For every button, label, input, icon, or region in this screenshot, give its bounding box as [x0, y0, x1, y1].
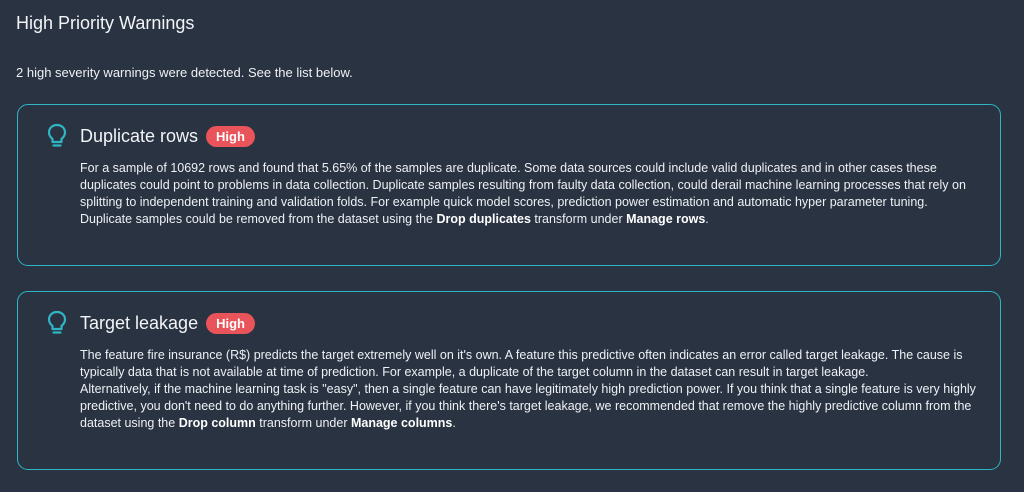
warning-text-end: .	[705, 212, 709, 226]
warning-description: For a sample of 10692 rows and found tha…	[80, 160, 982, 228]
warning-card-header: Duplicate rows High	[47, 122, 255, 150]
warning-card-header: Target leakage High	[47, 309, 255, 337]
manage-section-name: Manage rows	[626, 212, 706, 226]
severity-badge: High	[206, 312, 255, 334]
warning-text-mid: transform under	[530, 212, 627, 226]
transform-name: Drop column	[178, 416, 256, 430]
warning-title: Duplicate rows	[80, 125, 199, 146]
transform-name: Drop duplicates	[436, 212, 531, 226]
warning-card-duplicate-rows: Duplicate rows High For a sample of 1069…	[17, 104, 1001, 266]
warning-paragraph: For a sample of 10692 rows and found tha…	[80, 160, 982, 228]
warning-text-end: .	[452, 416, 456, 430]
warning-card-target-leakage: Target leakage High The feature fire ins…	[17, 291, 1001, 470]
warning-text-mid: transform under	[255, 416, 351, 430]
warnings-summary: 2 high severity warnings were detected. …	[16, 65, 353, 80]
page-title: High Priority Warnings	[16, 13, 195, 33]
lightbulb-icon	[47, 310, 67, 334]
warning-paragraph-2: Alternatively, if the machine learning t…	[80, 381, 982, 432]
manage-section-name: Manage columns	[350, 416, 453, 430]
warning-paragraph-1: The feature fire insurance (R$) predicts…	[80, 348, 963, 379]
warning-title: Target leakage	[80, 312, 199, 333]
warning-description: The feature fire insurance (R$) predicts…	[80, 347, 982, 432]
severity-badge: High	[206, 125, 255, 147]
lightbulb-icon	[47, 123, 67, 147]
